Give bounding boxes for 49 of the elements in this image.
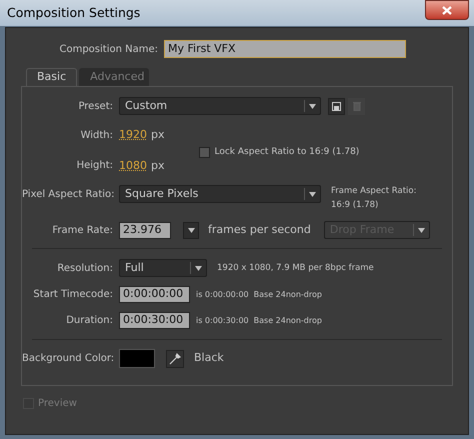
info-label: Frame Aspect Ratio: xyxy=(331,185,416,198)
close-icon xyxy=(442,6,452,14)
trash-icon xyxy=(352,101,360,111)
caret-icon xyxy=(188,228,194,232)
info-text: is 0:00:00:00 xyxy=(196,288,249,300)
color-name: Black xyxy=(194,350,224,366)
field-label: Start Timecode: xyxy=(32,288,114,302)
save-icon xyxy=(332,102,341,110)
field-label: Duration: xyxy=(65,314,114,328)
window-title: Composition Settings xyxy=(7,4,140,22)
info-text: Base 24non-drop xyxy=(254,288,322,300)
dropdown[interactable]: Full xyxy=(119,259,207,277)
timecode-field[interactable]: 0:00:30:00 xyxy=(119,312,190,329)
unit-label: frames per second xyxy=(208,222,311,238)
width-value[interactable]: 1920 xyxy=(119,127,147,144)
dropdown[interactable]: Custom xyxy=(119,97,321,115)
field-label: Pixel Aspect Ratio: xyxy=(22,188,116,202)
close-button[interactable] xyxy=(425,0,469,20)
tab[interactable]: Basic xyxy=(26,68,78,86)
field-label: Resolution: xyxy=(56,262,114,276)
unit-label: px xyxy=(151,158,164,174)
field-label: Frame Rate: xyxy=(51,224,114,238)
field-label: Width: xyxy=(80,128,114,143)
info-value: 16:9 (1.78) xyxy=(331,199,380,212)
save-preset-button[interactable] xyxy=(328,98,345,114)
eyedropper-icon xyxy=(169,352,181,364)
checkbox[interactable] xyxy=(198,147,210,158)
color-swatch[interactable] xyxy=(119,349,155,368)
checkbox-label: Preview xyxy=(38,397,77,411)
caret-icon xyxy=(195,266,202,270)
info-text: 1920 x 1080, 7.9 MB per 8bpc frame xyxy=(217,262,374,274)
composition-name-field[interactable]: My First VFX xyxy=(164,40,406,58)
caret-icon xyxy=(309,104,316,108)
frame-rate-field[interactable]: 23.976 xyxy=(119,222,171,238)
height-value[interactable]: 1080 xyxy=(119,158,147,174)
dropdown[interactable]: Square Pixels xyxy=(119,185,321,203)
unit-label: px xyxy=(151,127,164,143)
eyedropper-button[interactable] xyxy=(166,350,184,368)
frame-rate-dropdown-button[interactable] xyxy=(183,222,199,238)
field-label: Preset: xyxy=(77,100,114,114)
timecode-field[interactable]: 0:00:00:00 xyxy=(119,286,190,303)
field-label: Height: xyxy=(76,159,114,174)
field-label: Background Color: xyxy=(22,352,116,366)
info-text: is 0:00:30:00 xyxy=(196,314,249,326)
checkbox-label: Lock Aspect Ratio to 16:9 (1.78) xyxy=(214,146,360,159)
caret-icon xyxy=(309,192,316,196)
field-label: Composition Name: xyxy=(58,42,159,56)
caret-icon xyxy=(418,228,425,232)
info-text: Base 24non-drop xyxy=(254,314,322,326)
